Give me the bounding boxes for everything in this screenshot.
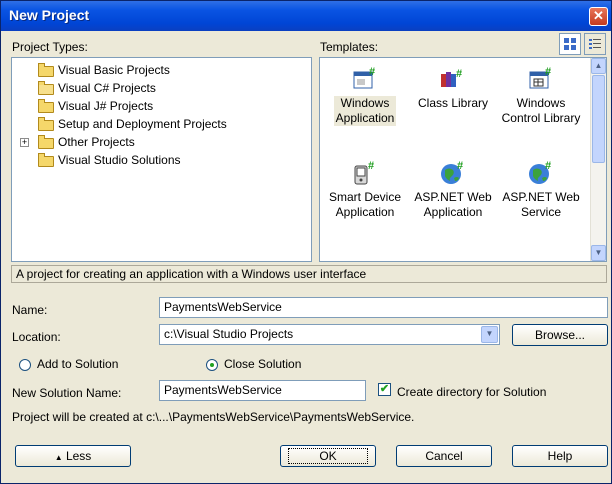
scroll-down-button[interactable]: ▼	[591, 245, 606, 261]
small-icons-view-button[interactable]	[584, 33, 606, 55]
svg-text:#: #	[545, 160, 551, 172]
location-label: Location:	[12, 330, 61, 344]
svg-text:#: #	[369, 66, 375, 78]
chevron-down-icon: ▼	[485, 329, 494, 338]
svg-text:#: #	[456, 68, 462, 80]
folder-open-icon	[38, 81, 54, 95]
svg-text:#: #	[368, 160, 374, 172]
location-value: c:\Visual Studio Projects	[164, 327, 294, 341]
tree-item-label: Visual Basic Projects	[58, 63, 170, 77]
template-label: ASP.NET Web	[502, 190, 580, 204]
class-library-icon: #	[439, 64, 467, 92]
create-directory-label[interactable]: Create directory for Solution	[397, 385, 546, 399]
add-to-solution-label[interactable]: Add to Solution	[37, 357, 118, 371]
globe-icon: #	[439, 158, 467, 186]
less-label: Less	[65, 449, 92, 463]
location-dropdown-button[interactable]: ▼	[481, 326, 498, 343]
less-button[interactable]: ▲ Less	[15, 445, 131, 467]
name-label: Name:	[12, 303, 48, 317]
tree-item-label: Visual Studio Solutions	[58, 153, 181, 167]
templates-label: Templates:	[320, 40, 379, 54]
template-label: Service	[520, 205, 561, 219]
solution-name-label: New Solution Name:	[12, 386, 122, 400]
folder-icon	[38, 153, 54, 167]
control-library-icon: #	[527, 64, 555, 92]
small-icons-view-icon	[589, 39, 601, 49]
project-types-tree[interactable]: Visual Basic Projects Visual C# Projects…	[11, 57, 312, 262]
template-class-library[interactable]: # Class Library	[410, 64, 496, 111]
template-label: Application	[335, 205, 395, 219]
expand-toggle-other-projects[interactable]: +	[20, 138, 29, 147]
folder-icon	[38, 99, 54, 113]
template-label: ASP.NET Web	[414, 190, 492, 204]
location-combobox[interactable]: c:\Visual Studio Projects ▼	[159, 324, 500, 345]
close-solution-radio[interactable]	[206, 359, 218, 371]
template-label: Windows	[516, 96, 566, 110]
close-solution-label[interactable]: Close Solution	[224, 357, 301, 371]
smart-device-icon: #	[351, 158, 379, 186]
svg-text:#: #	[545, 66, 551, 78]
title-bar[interactable]: New Project ✕	[1, 1, 611, 31]
folder-icon	[38, 117, 54, 131]
tree-item-label: Visual J# Projects	[58, 99, 154, 113]
large-icons-view-icon	[564, 38, 576, 50]
folder-icon	[38, 135, 54, 149]
template-label: Control Library	[501, 111, 581, 125]
scroll-thumb[interactable]	[592, 75, 605, 163]
template-description: A project for creating an application wi…	[11, 265, 607, 283]
template-label: Windows	[340, 96, 390, 110]
template-label: Application	[423, 205, 483, 219]
checkmark-icon: ✔	[379, 383, 390, 395]
template-aspnet-web-application[interactable]: # ASP.NET Web Application	[410, 158, 496, 220]
ok-label: OK	[288, 448, 368, 464]
tree-item-label: Setup and Deployment Projects	[58, 117, 227, 131]
templates-list[interactable]: # Windows Application # Class Library # …	[319, 57, 607, 262]
globe-icon: #	[527, 158, 555, 186]
create-directory-checkbox[interactable]: ✔	[378, 383, 391, 396]
project-types-label: Project Types:	[12, 40, 88, 54]
expand-plus-icon: +	[21, 137, 28, 147]
chevron-up-icon: ▲	[594, 61, 603, 70]
browse-button[interactable]: Browse...	[512, 324, 608, 346]
windows-app-icon: #	[351, 64, 379, 92]
template-aspnet-web-service[interactable]: # ASP.NET Web Service	[498, 158, 584, 220]
dialog-title: New Project	[9, 7, 90, 23]
folder-icon	[38, 63, 54, 77]
template-windows-control-library[interactable]: # Windows Control Library	[498, 64, 584, 126]
help-button[interactable]: Help	[512, 445, 608, 467]
ok-button[interactable]: OK	[280, 445, 376, 467]
project-path-note: Project will be created at c:\...\Paymen…	[12, 410, 415, 424]
template-label: Class Library	[417, 96, 489, 110]
close-button[interactable]: ✕	[589, 7, 608, 26]
scroll-up-button[interactable]: ▲	[591, 58, 606, 74]
template-label: Application	[335, 111, 395, 125]
tree-item-label: Visual C# Projects	[58, 81, 156, 95]
chevron-down-icon: ▼	[594, 248, 603, 257]
close-icon: ✕	[593, 8, 604, 23]
svg-text:#: #	[457, 160, 463, 172]
new-project-dialog: New Project ✕ Project Types: Templates: …	[0, 0, 612, 484]
name-input[interactable]: PaymentsWebService	[159, 297, 608, 318]
template-label: Smart Device	[328, 190, 402, 204]
solution-name-input[interactable]: PaymentsWebService	[159, 380, 366, 401]
large-icons-view-button[interactable]	[559, 33, 581, 55]
template-smart-device-application[interactable]: # Smart Device Application	[322, 158, 408, 220]
template-windows-application[interactable]: # Windows Application	[322, 64, 408, 126]
templates-scrollbar[interactable]: ▲ ▼	[590, 58, 606, 261]
arrow-up-icon: ▲	[54, 453, 63, 462]
add-to-solution-radio[interactable]	[19, 359, 31, 371]
cancel-button[interactable]: Cancel	[396, 445, 492, 467]
tree-item-label: Other Projects	[58, 135, 135, 149]
